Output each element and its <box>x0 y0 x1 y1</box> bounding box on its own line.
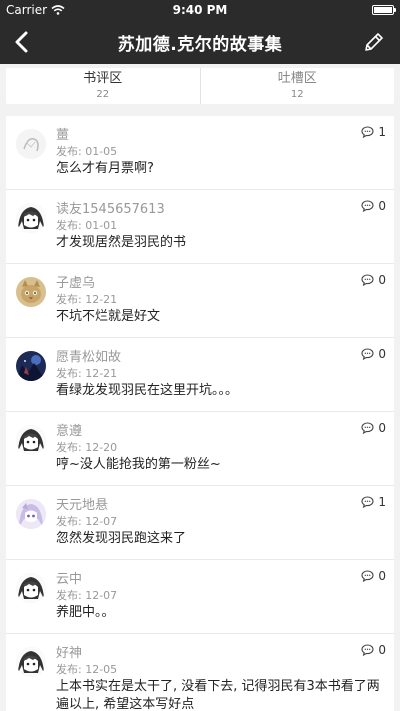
page-title: 苏加德.克尔的故事集 <box>117 34 283 55</box>
pencil-icon <box>365 33 383 51</box>
publish-date: 发布: 01-01 <box>56 219 118 232</box>
comment-item[interactable]: 天元地悬 发布: 12-07 忽然发现羽民跑这来了 1 <box>6 486 394 560</box>
reply-count-value: 0 <box>378 347 386 361</box>
comment-item[interactable]: 子虚乌 发布: 12-21 不坑不烂就是好文 0 <box>6 264 394 338</box>
comment-item[interactable]: 意遵 发布: 12-20 哼~没人能抢我的第一粉丝~ 0 <box>6 412 394 486</box>
carrier-label: Carrier <box>6 3 48 17</box>
publish-date: 发布: 01-05 <box>56 145 118 158</box>
comment-bubble-icon <box>361 200 374 212</box>
comment-text: 不坑不烂就是好文 <box>56 309 161 324</box>
comment-item[interactable]: 愿青松如故 发布: 12-21 看绿龙发现羽民在这里开坑。。。 0 <box>6 338 394 412</box>
tab-count: 12 <box>290 89 304 100</box>
comment-text: 哼~没人能抢我的第一粉丝~ <box>56 457 221 472</box>
avatar[interactable] <box>16 203 46 233</box>
username: 子虚乌 <box>56 276 96 291</box>
reply-count[interactable]: 1 <box>361 495 386 509</box>
username: 好神 <box>56 646 83 661</box>
username: 愿青松如故 <box>56 350 122 365</box>
publish-date: 发布: 12-07 <box>56 515 118 528</box>
tab-label: 吐槽区 <box>277 71 317 86</box>
publish-date: 发布: 12-20 <box>56 441 118 454</box>
publish-date: 发布: 12-21 <box>56 293 118 306</box>
comment-text: 忽然发现羽民跑这来了 <box>56 531 187 546</box>
avatar[interactable] <box>16 351 46 381</box>
tab-book-review[interactable]: 书评区 22 <box>6 68 200 104</box>
publish-date: 发布: 12-07 <box>56 589 118 602</box>
reply-count-value: 0 <box>378 569 386 583</box>
comment-bubble-icon <box>361 422 374 434</box>
avatar[interactable] <box>16 573 46 603</box>
wifi-icon <box>51 5 65 15</box>
avatar[interactable] <box>16 277 46 307</box>
comment-bubble-icon <box>361 274 374 286</box>
tab-label: 书评区 <box>83 71 123 86</box>
reply-count[interactable]: 0 <box>361 273 386 287</box>
tab-bar: 书评区 22 吐槽区 12 <box>6 68 394 104</box>
comment-text: 才发现居然是羽民的书 <box>56 235 187 250</box>
avatar[interactable] <box>16 499 46 529</box>
battery-icon <box>372 5 396 15</box>
reply-count-value: 1 <box>378 125 386 139</box>
comment-item[interactable]: 读友1545657613 发布: 01-01 才发现居然是羽民的书 0 <box>6 190 394 264</box>
username: 薑 <box>56 128 70 143</box>
avatar[interactable] <box>16 647 46 677</box>
comment-bubble-icon <box>361 570 374 582</box>
reply-count[interactable]: 1 <box>361 125 386 139</box>
nav-bar: 苏加德.克尔的故事集 <box>0 20 400 64</box>
comment-bubble-icon <box>361 644 374 656</box>
reply-count[interactable]: 0 <box>361 421 386 435</box>
reply-count-value: 1 <box>378 495 386 509</box>
comment-text: 养肥中。。 <box>56 605 115 620</box>
avatar[interactable] <box>16 425 46 455</box>
comment-bubble-icon <box>361 496 374 508</box>
username: 天元地悬 <box>56 498 109 513</box>
comment-text: 上本书实在是太干了, 没看下去, 记得羽民有3本书看了两遍以上, 希望这本写好点 <box>56 679 380 711</box>
publish-date: 发布: 12-21 <box>56 367 118 380</box>
comment-item[interactable]: 薑 发布: 01-05 怎么才有月票啊? 1 <box>6 116 394 190</box>
comment-bubble-icon <box>361 348 374 360</box>
publish-date: 发布: 12-05 <box>56 663 118 676</box>
reply-count[interactable]: 0 <box>361 569 386 583</box>
comment-item[interactable]: 云中 发布: 12-07 养肥中。。 0 <box>6 560 394 634</box>
reply-count-value: 0 <box>378 199 386 213</box>
tab-count: 22 <box>96 89 110 100</box>
avatar[interactable] <box>16 129 46 159</box>
comment-list: 薑 发布: 01-05 怎么才有月票啊? 1 读友1545657613 发布: … <box>6 116 394 711</box>
comment-bubble-icon <box>361 126 374 138</box>
comment-item[interactable]: 好神 发布: 12-05 上本书实在是太干了, 没看下去, 记得羽民有3本书看了… <box>6 634 394 711</box>
username: 云中 <box>56 572 83 587</box>
status-bar: Carrier 9:40 PM <box>0 0 400 20</box>
comment-text: 怎么才有月票啊? <box>56 161 154 176</box>
reply-count[interactable]: 0 <box>361 347 386 361</box>
chevron-left-icon <box>15 31 28 53</box>
reply-count-value: 0 <box>378 421 386 435</box>
reply-count[interactable]: 0 <box>361 643 386 657</box>
status-left: Carrier <box>6 3 65 17</box>
back-button[interactable] <box>6 27 36 57</box>
reply-count-value: 0 <box>378 643 386 657</box>
reply-count-value: 0 <box>378 273 386 287</box>
reply-count[interactable]: 0 <box>361 199 386 213</box>
tab-chat[interactable]: 吐槽区 12 <box>199 68 395 104</box>
comment-text: 看绿龙发现羽民在这里开坑。。。 <box>56 383 239 398</box>
write-review-button[interactable] <box>358 26 390 58</box>
username: 意遵 <box>56 424 83 439</box>
username: 读友1545657613 <box>56 202 165 217</box>
